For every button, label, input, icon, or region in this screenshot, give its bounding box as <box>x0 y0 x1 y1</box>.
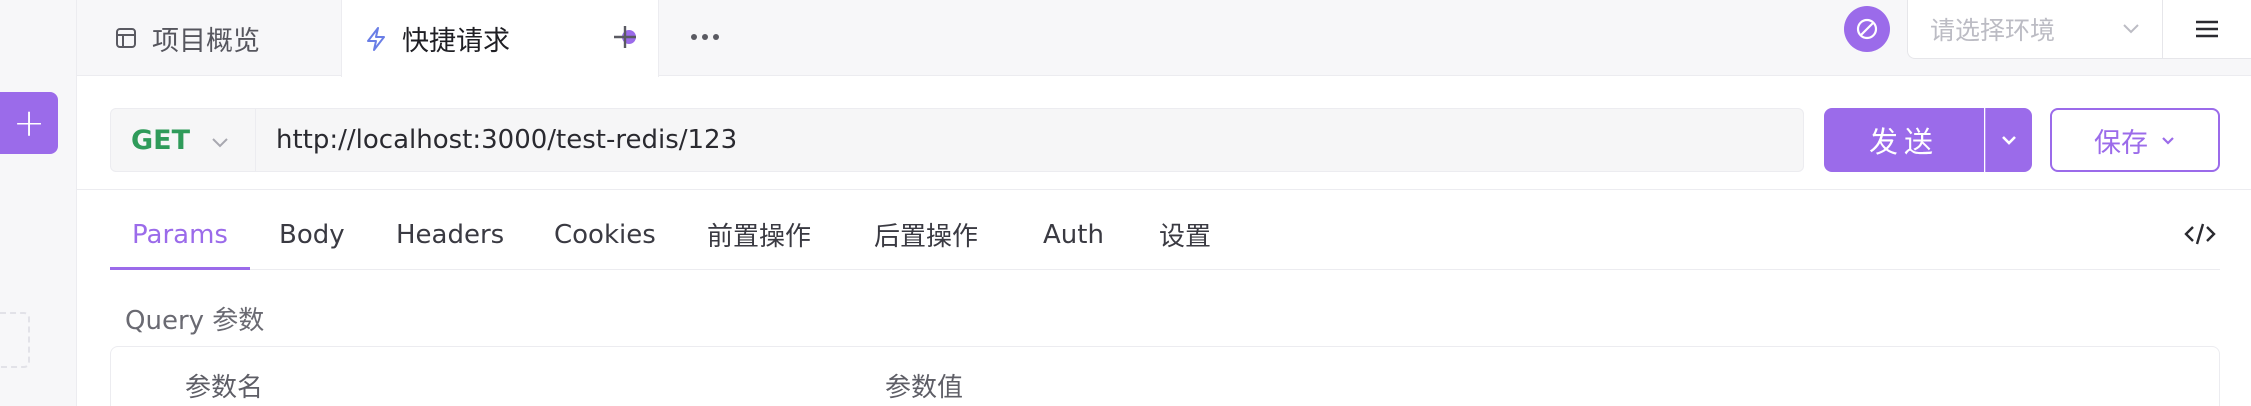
tab-label: 项目概览 <box>152 25 260 57</box>
left-rail: + <box>0 0 77 406</box>
request-tabs: Params Body Headers Cookies 前置操作 后置操作 Au… <box>110 200 2220 270</box>
tab-auth[interactable]: Auth <box>1043 200 1104 269</box>
method-label: GET <box>131 124 191 156</box>
chevron-down-icon <box>2160 125 2176 156</box>
tab-pre-request[interactable]: 前置操作 <box>707 200 811 269</box>
save-button[interactable]: 保存 <box>2050 108 2220 172</box>
tab-cookies[interactable]: Cookies <box>554 200 656 269</box>
environment-select[interactable]: 请选择环境 <box>1907 0 2162 59</box>
tab-label: Params <box>132 219 228 250</box>
send-options-button[interactable] <box>1985 108 2032 172</box>
tab-body[interactable]: Body <box>279 200 345 269</box>
method-select[interactable]: GET <box>111 109 256 171</box>
tab-bar: 项目概览 快捷请求 请选择环境 <box>77 0 2251 77</box>
column-header-name: 参数名 <box>185 373 264 403</box>
query-params-title: Query 参数 <box>125 306 265 336</box>
save-label: 保存 <box>2094 127 2148 159</box>
chevron-down-icon <box>209 129 231 160</box>
lightning-icon <box>362 25 390 53</box>
chevron-down-icon <box>2002 136 2016 145</box>
column-header-value: 参数值 <box>885 373 964 403</box>
tab-params[interactable]: Params <box>110 200 250 270</box>
send-button[interactable]: 发送 <box>1824 108 1984 172</box>
tab-label: 前置操作 <box>707 222 812 252</box>
request-url-bar: GET <box>110 108 1804 172</box>
query-params-table: 参数名 参数值 <box>110 346 2220 406</box>
tab-label: 设置 <box>1159 222 1212 252</box>
chevron-down-icon <box>2120 16 2142 45</box>
environment-sync-button[interactable] <box>1844 6 1890 52</box>
overview-icon <box>112 24 140 52</box>
tab-settings[interactable]: 设置 <box>1159 200 1211 269</box>
new-item-button[interactable]: + <box>0 92 58 154</box>
tab-label: Auth <box>1043 219 1104 250</box>
environment-menu-button[interactable] <box>2162 0 2251 59</box>
code-icon <box>2184 223 2216 245</box>
url-input[interactable] <box>276 109 1776 171</box>
tab-label: Headers <box>396 219 505 250</box>
menu-icon <box>2196 20 2218 38</box>
section-divider <box>77 189 2251 190</box>
more-tabs-button[interactable] <box>682 14 728 60</box>
environment-placeholder: 请选择环境 <box>1930 16 2056 45</box>
tab-project-overview[interactable]: 项目概览 <box>112 0 332 76</box>
rail-placeholder <box>0 312 30 368</box>
sync-icon <box>1856 18 1878 40</box>
plus-icon: + <box>13 101 45 145</box>
tab-label: 后置操作 <box>874 222 979 252</box>
tab-headers[interactable]: Headers <box>396 200 504 269</box>
tab-label: Body <box>279 219 345 250</box>
tab-post-request[interactable]: 后置操作 <box>874 200 978 269</box>
send-label: 发送 <box>1868 125 1939 159</box>
add-tab-button[interactable] <box>602 14 648 60</box>
generate-code-button[interactable] <box>2180 216 2220 252</box>
tab-label: 快捷请求 <box>402 26 510 57</box>
more-icon <box>691 34 719 40</box>
tab-label: Cookies <box>554 219 656 250</box>
